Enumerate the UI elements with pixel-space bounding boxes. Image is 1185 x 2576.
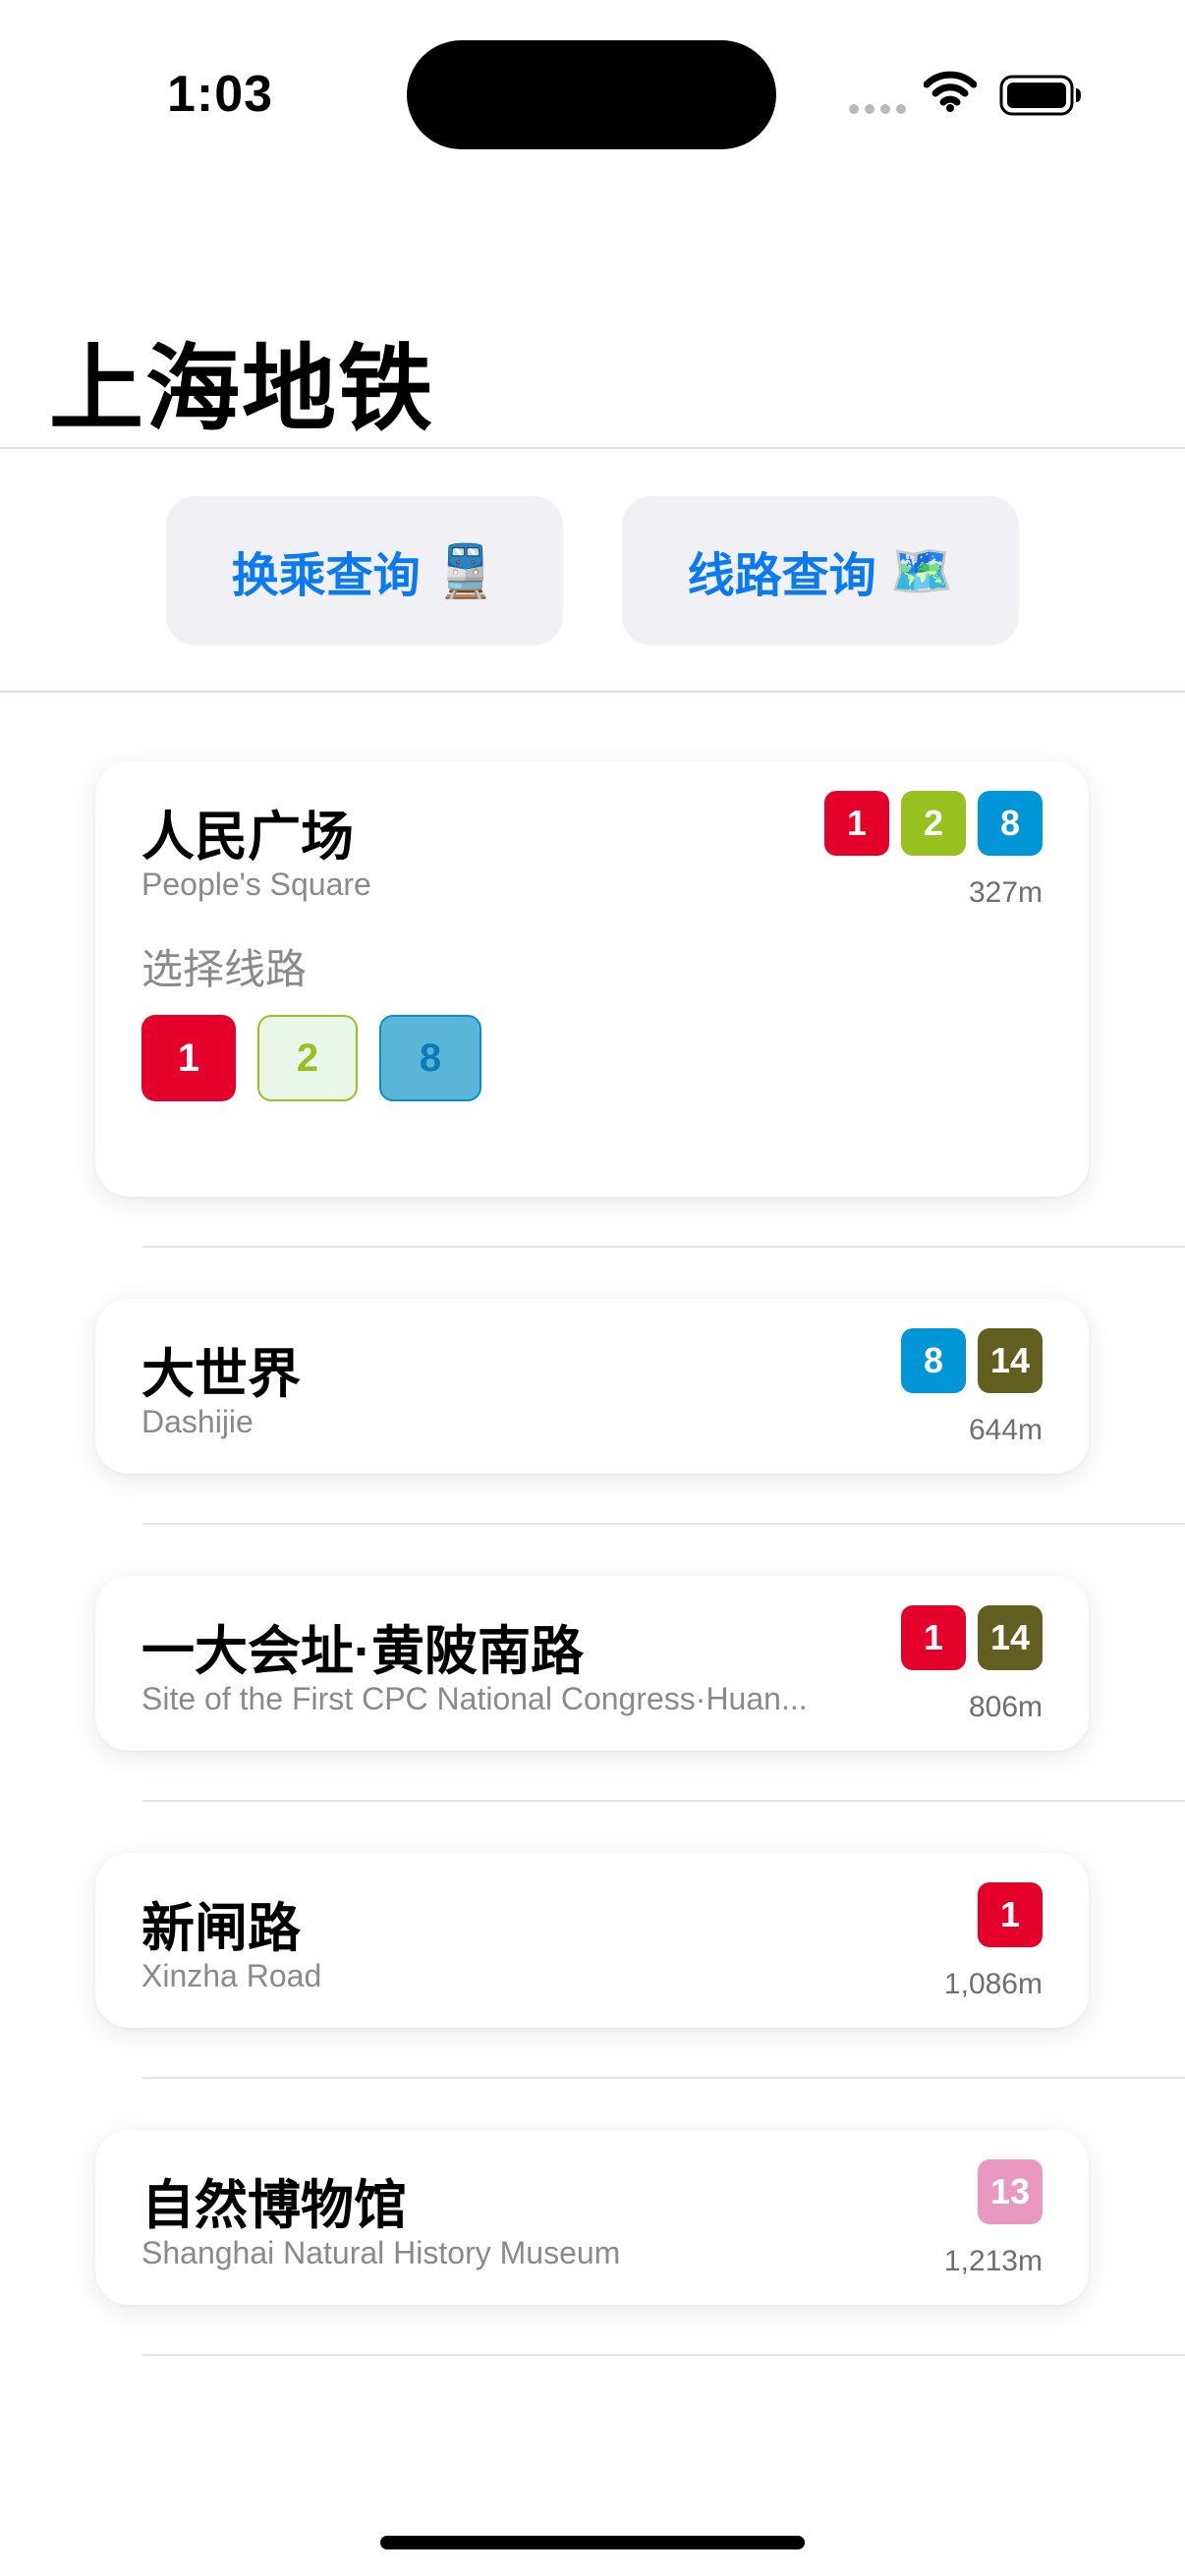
battery-icon <box>999 75 1081 116</box>
row-divider <box>142 2354 1185 2356</box>
header-divider <box>0 447 1185 449</box>
line-badges: 1 <box>978 1882 1043 1947</box>
line-badge: 1 <box>824 791 889 856</box>
cellular-signal-icon <box>849 104 906 114</box>
train-icon: 🚆 <box>433 542 498 600</box>
station-name: 人民广场 <box>141 808 354 867</box>
row-divider <box>142 2077 1185 2079</box>
station-distance: 644m <box>968 1414 1043 1446</box>
wifi-icon <box>924 71 977 112</box>
station-card-yidahuizhi[interactable]: 一大会址·黄陂南路 Site of the First CPC National… <box>95 1576 1089 1751</box>
station-distance: 1,213m <box>943 2245 1043 2277</box>
line-option-8-button[interactable]: 8 <box>379 1015 481 1101</box>
station-name-en: Shanghai Natural History Museum <box>141 2235 621 2270</box>
station-card-people-square[interactable]: 人民广场 People's Square 1 2 8 327m 选择线路 1 2… <box>95 761 1089 1197</box>
line-badges: 8 14 <box>901 1328 1043 1393</box>
station-name: 自然博物馆 <box>141 2176 407 2235</box>
station-name-en: People's Square <box>141 867 371 902</box>
row-divider <box>142 1523 1185 1525</box>
dynamic-island <box>407 40 776 149</box>
page-title: 上海地铁 <box>49 337 434 442</box>
status-time: 1:03 <box>167 66 274 123</box>
station-distance: 806m <box>968 1691 1043 1723</box>
actions-divider <box>0 691 1185 693</box>
station-name-en: Site of the First CPC National Congress·… <box>141 1681 808 1716</box>
line-badge: 8 <box>901 1328 966 1393</box>
line-query-button[interactable]: 线路查询 🗺️ <box>622 496 1019 645</box>
station-name-en: Dashijie <box>141 1404 254 1439</box>
station-name-en: Xinzha Road <box>141 1958 322 1993</box>
station-name: 一大会址·黄陂南路 <box>141 1622 584 1681</box>
row-divider <box>142 1246 1185 1248</box>
line-badge: 13 <box>978 2159 1043 2224</box>
station-card-dashijie[interactable]: 大世界 Dashijie 8 14 644m <box>95 1299 1089 1474</box>
line-query-label: 线路查询 <box>687 550 876 602</box>
line-badges: 1 2 8 <box>824 791 1043 856</box>
station-name: 新闸路 <box>141 1899 301 1958</box>
select-line-label: 选择线路 <box>141 946 308 992</box>
station-distance: 327m <box>968 876 1043 909</box>
line-badge: 1 <box>901 1605 966 1670</box>
transfer-query-button[interactable]: 换乘查询 🚆 <box>166 496 563 645</box>
line-badge: 1 <box>978 1882 1043 1947</box>
line-badge: 2 <box>901 791 966 856</box>
station-card-natural-history-museum[interactable]: 自然博物馆 Shanghai Natural History Museum 13… <box>95 2130 1089 2305</box>
station-name: 大世界 <box>141 1345 301 1404</box>
map-icon: 🗺️ <box>889 542 954 600</box>
line-option-2-button[interactable]: 2 <box>257 1015 358 1101</box>
line-badge: 14 <box>978 1605 1043 1670</box>
line-badge: 8 <box>978 791 1043 856</box>
line-badges: 1 14 <box>901 1605 1043 1670</box>
home-indicator[interactable] <box>380 2536 805 2549</box>
transfer-query-label: 换乘查询 <box>231 550 421 602</box>
line-badges: 13 <box>978 2159 1043 2224</box>
station-card-xinzha-road[interactable]: 新闸路 Xinzha Road 1 1,086m <box>95 1853 1089 2028</box>
line-option-1-button[interactable]: 1 <box>141 1015 236 1101</box>
line-badge: 14 <box>978 1328 1043 1393</box>
row-divider <box>142 1800 1185 1802</box>
station-distance: 1,086m <box>943 1968 1043 2000</box>
